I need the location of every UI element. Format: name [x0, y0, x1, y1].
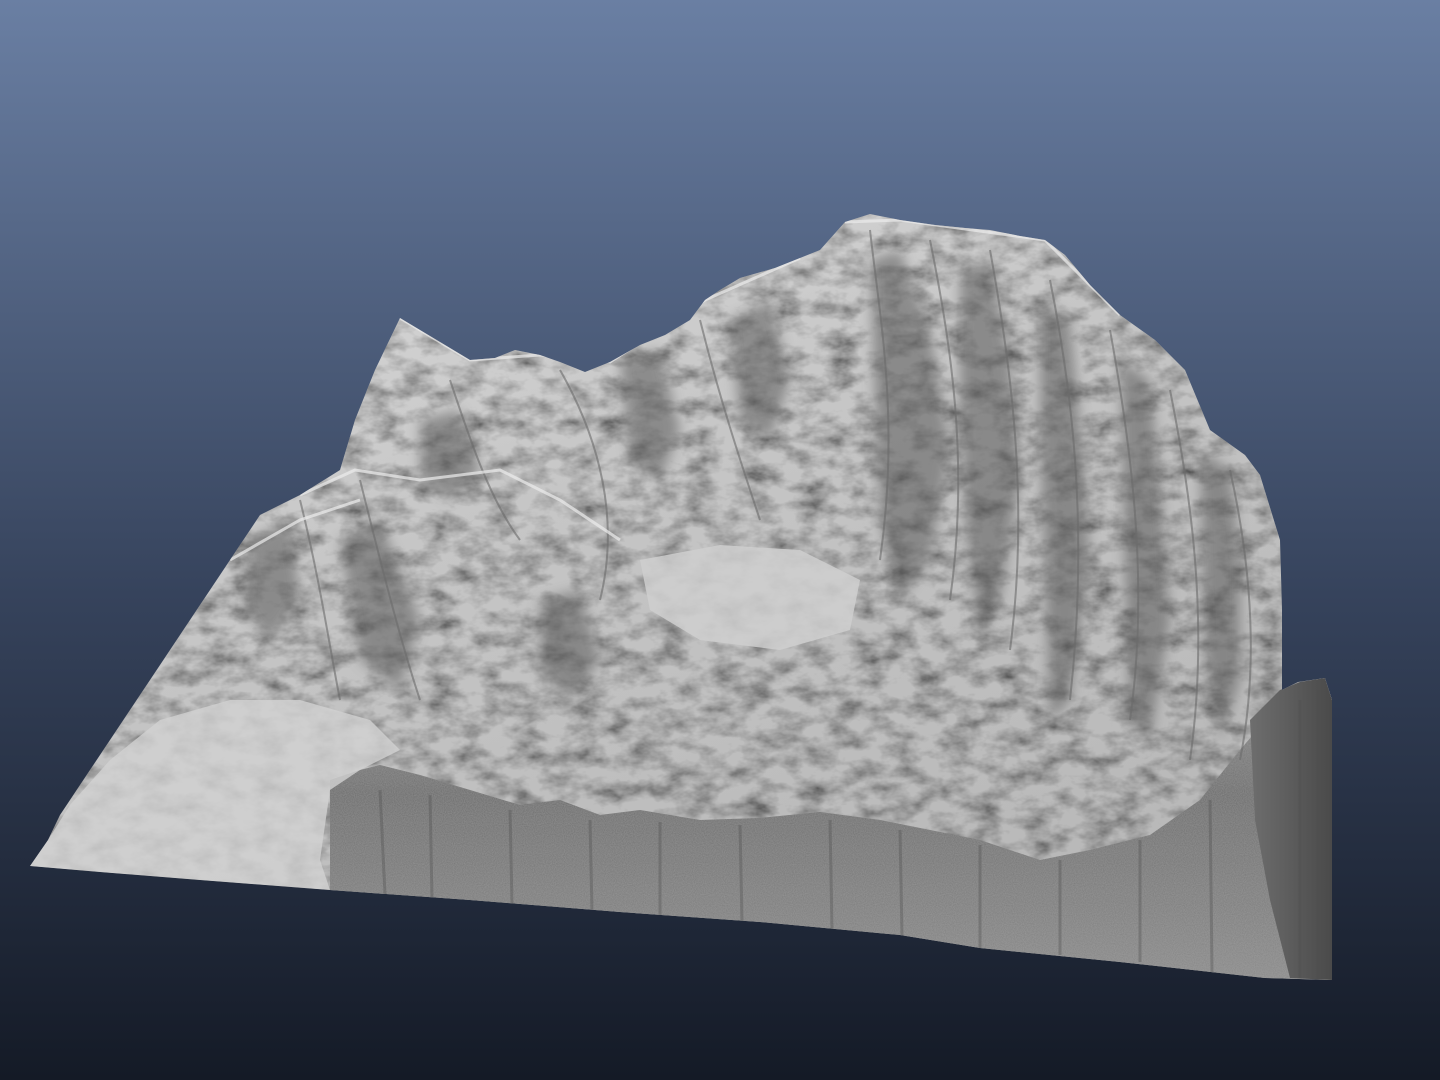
viewport-canvas — [0, 0, 1440, 1080]
3d-viewport[interactable] — [0, 0, 1440, 1080]
